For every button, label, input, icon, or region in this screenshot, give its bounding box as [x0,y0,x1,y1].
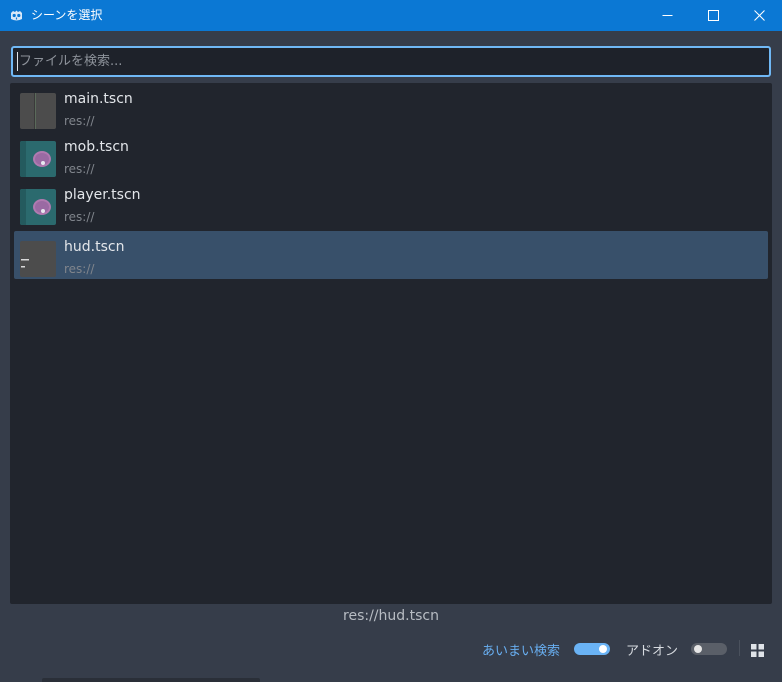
toggle-knob [694,645,702,653]
file-path: res:// [64,162,95,176]
file-path: res:// [64,210,95,224]
player-scene-thumbnail [20,189,56,225]
window-title: シーンを選択 [31,8,103,22]
file-name: mob.tscn [64,139,129,155]
file-name: hud.tscn [64,239,125,255]
addons-toggle[interactable] [691,643,727,655]
grid-view-icon [751,644,764,657]
godot-icon [9,8,24,23]
main-scene-thumbnail [20,93,56,129]
maximize-icon [707,10,719,21]
file-path: res:// [64,262,95,276]
list-item-mob[interactable]: mob.tscn res:// [14,131,768,179]
view-mode-button[interactable] [751,642,764,657]
search-input[interactable] [11,46,771,77]
title-bar[interactable]: シーンを選択 [0,0,782,31]
selected-file-path: res://hud.tscn [343,608,439,624]
file-name: player.tscn [64,187,141,203]
maximize-button[interactable] [690,0,736,31]
file-list[interactable]: main.tscn res:// mob.tscn res:// player.… [10,83,772,604]
fuzzy-search-toggle[interactable] [574,643,610,655]
hud-scene-thumbnail [20,241,56,277]
footer-divider [739,640,740,656]
close-button[interactable] [736,0,782,31]
list-item-hud[interactable]: hud.tscn res:// [14,231,768,279]
close-icon [753,10,765,21]
list-item-main[interactable]: main.tscn res:// [14,83,768,131]
taskbar-edge [42,678,260,682]
file-path: res:// [64,114,95,128]
mob-scene-thumbnail [20,141,56,177]
toggle-knob [599,645,607,653]
minimize-icon [662,15,672,16]
list-item-player[interactable]: player.tscn res:// [14,179,768,227]
scene-select-dialog: シーンを選択 ファイルを検索... main.tscn res:// mob.t… [0,0,782,682]
minimize-button[interactable] [644,0,690,31]
text-caret [17,52,18,71]
file-name: main.tscn [64,91,133,107]
fuzzy-search-label[interactable]: あいまい検索 [482,640,560,659]
addons-label[interactable]: アドオン [626,640,678,659]
